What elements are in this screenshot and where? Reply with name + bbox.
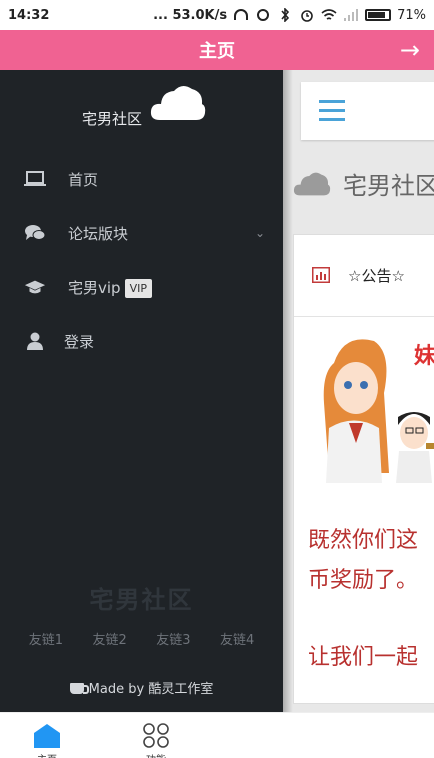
coffee-cup-icon (69, 683, 89, 694)
menu-label-home: 首页 (68, 170, 99, 189)
notice-card: ☆公告☆ 妹 既然你们这 币奖励了。 让我们一起 (293, 234, 434, 704)
notice-label: ☆公告☆ (348, 267, 405, 285)
bar-chart-icon (312, 267, 330, 283)
menu-label-vip: 宅男vip (68, 278, 121, 297)
bluetooth-icon (281, 8, 290, 22)
menu-label-vip-wrap: 宅男vip VIP (68, 277, 152, 298)
main-content: 宅男社区 ☆公告☆ 妹 既然你们这 币奖励了。 让我们一起 (283, 70, 434, 712)
user-icon (24, 331, 46, 351)
footer-brand: 宅男社区 (89, 586, 194, 614)
status-bar: 14:32 ... 53.0K/s 71% (0, 0, 434, 30)
side-drawer: 宅男社区 首页 论坛版块 ⌄ 宅男vip VIP 登录 宅男社区 友链1 友链2 … (0, 70, 283, 712)
bottom-tab-bar: 主页 功能 (0, 712, 434, 758)
site-title-text: 宅男社区 (343, 172, 434, 200)
status-icons: ... 53.0K/s 71% (153, 8, 426, 23)
menu-item-login[interactable]: 登录 (0, 321, 283, 361)
vip-badge: VIP (124, 278, 152, 298)
tab-functions[interactable]: 功能 (126, 723, 186, 758)
menu-item-home[interactable]: 首页 (0, 159, 283, 199)
menu-label-forum: 论坛版块 (68, 224, 129, 243)
status-time: 14:32 (8, 7, 50, 23)
page-title: 主页 (199, 41, 235, 62)
cloud-icon (293, 172, 331, 195)
notice-header[interactable]: ☆公告☆ (294, 235, 434, 317)
sync-icon (257, 9, 270, 21)
notice-line-1: 既然你们这 (308, 528, 419, 553)
net-speed: ... 53.0K/s (153, 7, 228, 23)
tab-home[interactable]: 主页 (17, 723, 77, 758)
made-by-text: Made by 酷灵工作室 (88, 682, 214, 697)
headphones-icon (234, 9, 249, 20)
battery-icon (365, 9, 392, 21)
wifi-icon (321, 9, 337, 20)
laptop-icon (24, 169, 46, 189)
graduation-cap-icon (24, 277, 46, 297)
notice-line-2: 币奖励了。 (308, 568, 419, 593)
signal-icon (344, 9, 359, 21)
made-by: Made by 酷灵工作室 (0, 678, 283, 697)
svg-text:妹: 妹 (414, 344, 434, 369)
site-title: 宅男社区 (293, 166, 434, 201)
friend-link-3[interactable]: 友链3 (156, 629, 190, 648)
comments-icon (24, 223, 46, 243)
friend-link-1[interactable]: 友链1 (29, 629, 63, 648)
friend-links: 友链1 友链2 友链3 友链4 (0, 629, 283, 648)
menu-item-vip[interactable]: 宅男vip VIP (0, 267, 283, 307)
battery-percent: 71% (397, 7, 426, 23)
notice-line-3: 让我们一起 (308, 645, 419, 670)
chevron-down-icon[interactable]: ⌄ (255, 226, 265, 240)
hamburger-menu-icon[interactable] (319, 100, 345, 121)
top-nav-card (301, 82, 434, 140)
drawer-brand[interactable]: 宅男社区 (82, 108, 142, 129)
forward-arrow-icon[interactable]: → (400, 36, 420, 64)
title-bar: 主页 → (0, 30, 434, 70)
notice-text: 既然你们这 币奖励了。 (308, 521, 434, 601)
friend-link-2[interactable]: 友链2 (92, 629, 126, 648)
cloud-icon (150, 85, 206, 120)
alarm-icon (301, 10, 313, 22)
menu-item-forum[interactable]: 论坛版块 ⌄ (0, 213, 283, 253)
anime-banner-image: 妹 (323, 339, 434, 483)
home-icon (34, 724, 60, 748)
friend-link-4[interactable]: 友链4 (220, 629, 254, 648)
menu-label-login: 登录 (64, 332, 95, 351)
drawer-shadow (283, 70, 293, 712)
grid-icon (143, 723, 169, 748)
